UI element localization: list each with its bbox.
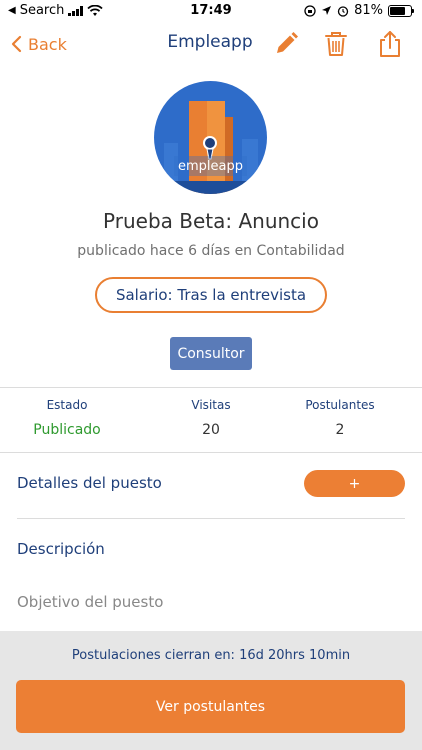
nav-title: Empleapp (167, 32, 253, 52)
stat-postulantes: Postulantes 2 (290, 398, 390, 438)
category-tag-button[interactable]: Consultor (170, 337, 252, 370)
category-tag-label: Consultor (177, 345, 245, 362)
salary-text: Salario: Tras la entrevista (115, 286, 307, 304)
stat-value: Publicado (33, 422, 101, 438)
section-objective-label: Objetivo del puesto (17, 593, 164, 611)
building-logo-icon (154, 81, 267, 194)
job-subtitle: publicado hace 6 días en Contabilidad (77, 243, 345, 259)
battery-icon (388, 4, 414, 17)
divider (0, 452, 422, 453)
section-details-label: Detalles del puesto (17, 474, 162, 492)
stat-estado: Estado Publicado (22, 398, 112, 438)
status-right: 81% (304, 3, 414, 18)
back-button[interactable]: Back (10, 30, 67, 58)
view-applicants-button[interactable]: Ver postulantes (16, 680, 405, 733)
share-icon[interactable] (376, 30, 404, 58)
expand-details-button[interactable]: + (304, 470, 405, 497)
stat-value: 2 (335, 422, 345, 438)
footer-panel: Postulaciones cierran en: 16d 20hrs 10mi… (0, 631, 422, 750)
trash-icon[interactable] (322, 30, 350, 58)
section-description-label[interactable]: Descripción (17, 540, 105, 558)
stat-value: 20 (202, 422, 220, 438)
company-logo: empleapp (154, 81, 267, 194)
lock-rotation-icon (304, 4, 316, 17)
chevron-left-icon (11, 35, 22, 53)
view-applicants-label: Ver postulantes (155, 698, 266, 715)
stat-label: Estado (46, 398, 88, 412)
job-title: Prueba Beta: Anuncio (103, 209, 319, 233)
closing-countdown: Postulaciones cierran en: 16d 20hrs 10mi… (71, 648, 351, 663)
location-icon (322, 6, 332, 15)
divider (0, 387, 422, 388)
stat-label: Postulantes (305, 398, 375, 412)
salary-badge: Salario: Tras la entrevista (95, 277, 327, 313)
logo-text: empleapp (178, 159, 243, 174)
status-bar: ◀ Search 17:49 81% (0, 0, 422, 22)
battery-percent: 81% (354, 3, 383, 18)
stat-label: Visitas (191, 398, 231, 412)
alarm-icon (337, 5, 349, 17)
stat-visitas: Visitas 20 (166, 398, 256, 438)
divider (17, 518, 405, 519)
back-label: Back (28, 34, 67, 54)
pencil-icon[interactable] (272, 30, 300, 58)
plus-icon: + (348, 475, 361, 492)
